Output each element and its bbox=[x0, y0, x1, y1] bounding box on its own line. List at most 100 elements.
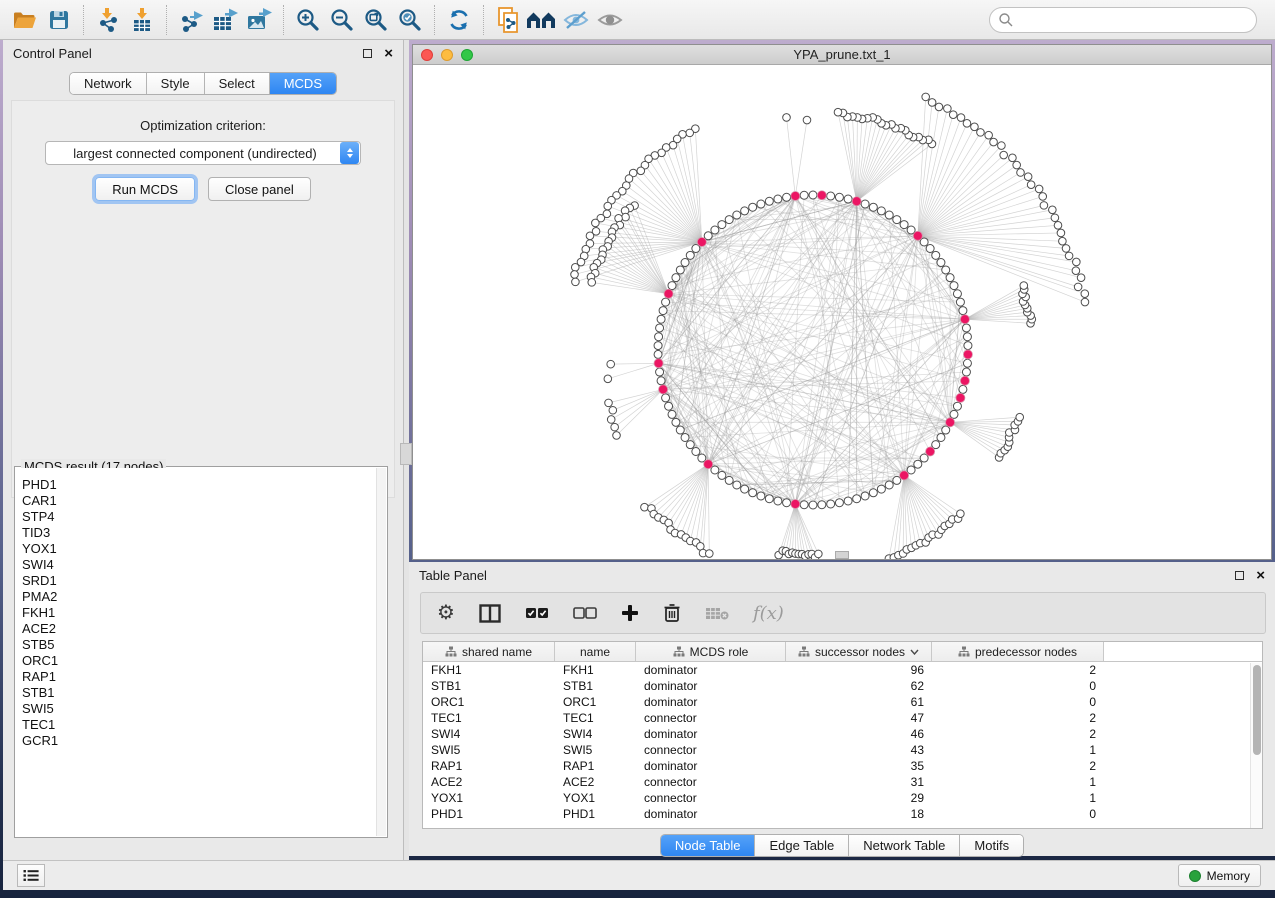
show-all-icon[interactable] bbox=[593, 4, 627, 36]
table-row[interactable]: STB1STB1dominator620 bbox=[423, 678, 1262, 694]
mcds-result-item[interactable]: TEC1 bbox=[22, 717, 376, 733]
search-input[interactable] bbox=[1014, 10, 1256, 30]
tab-select[interactable]: Select bbox=[204, 73, 269, 94]
toolbar-separator bbox=[434, 5, 435, 35]
mcds-result-item[interactable]: SRD1 bbox=[22, 573, 376, 589]
table-settings-gear-icon[interactable]: ⚙ bbox=[437, 600, 455, 626]
mcds-result-item[interactable]: STB5 bbox=[22, 637, 376, 653]
table-tab-motifs[interactable]: Motifs bbox=[959, 835, 1023, 856]
table-cell-successor-nodes: 96 bbox=[786, 662, 932, 678]
run-mcds-button[interactable]: Run MCDS bbox=[95, 177, 195, 201]
mcds-list-scrollbar[interactable] bbox=[376, 468, 386, 836]
mcds-result-item[interactable]: SWI4 bbox=[22, 557, 376, 573]
control-panel: Control Panel × NetworkStyleSelectMCDS O… bbox=[3, 40, 404, 860]
task-history-button[interactable] bbox=[17, 864, 45, 887]
table-cell-name: FKH1 bbox=[555, 662, 636, 678]
mcds-result-item[interactable]: PHD1 bbox=[22, 477, 376, 493]
import-network-icon[interactable] bbox=[91, 4, 125, 36]
column-header-mcds-role[interactable]: MCDS role bbox=[636, 642, 786, 661]
hide-selected-icon[interactable] bbox=[559, 4, 593, 36]
table-row[interactable]: PHD1PHD1dominator180 bbox=[423, 806, 1262, 822]
close-panel-icon[interactable]: × bbox=[384, 49, 393, 58]
mcds-result-item[interactable]: RAP1 bbox=[22, 669, 376, 685]
create-column-icon[interactable] bbox=[621, 600, 639, 626]
column-header-label: shared name bbox=[462, 645, 532, 659]
open-file-icon[interactable] bbox=[8, 4, 42, 36]
refresh-layout-icon[interactable] bbox=[442, 4, 476, 36]
delete-column-icon[interactable] bbox=[663, 600, 681, 626]
horizontal-splitter-handle[interactable] bbox=[835, 551, 849, 559]
memory-button[interactable]: Memory bbox=[1178, 864, 1261, 887]
tab-mcds[interactable]: MCDS bbox=[269, 73, 336, 94]
mcds-result-item[interactable]: ACE2 bbox=[22, 621, 376, 637]
mcds-result-item[interactable]: TID3 bbox=[22, 525, 376, 541]
network-nodes[interactable] bbox=[571, 93, 1089, 559]
table-row[interactable]: YOX1YOX1connector291 bbox=[423, 790, 1262, 806]
deselect-all-rows-icon[interactable] bbox=[573, 600, 597, 626]
mcds-result-item[interactable]: GCR1 bbox=[22, 733, 376, 749]
search-box bbox=[989, 7, 1257, 33]
criterion-select[interactable]: largest connected component (undirected) bbox=[45, 141, 361, 165]
main-toolbar bbox=[0, 0, 1275, 40]
mcds-result-list[interactable]: PHD1CAR1STP4TID3YOX1SWI4SRD1PMA2FKH1ACE2… bbox=[16, 468, 376, 836]
mcds-result-item[interactable]: CAR1 bbox=[22, 493, 376, 509]
mcds-result-item[interactable]: STP4 bbox=[22, 509, 376, 525]
zoom-out-icon[interactable] bbox=[325, 4, 359, 36]
table-cell-predecessor-nodes: 0 bbox=[932, 806, 1104, 822]
save-session-icon[interactable] bbox=[42, 4, 76, 36]
minimize-window-icon[interactable] bbox=[441, 49, 453, 61]
column-header-shared-name[interactable]: shared name bbox=[423, 642, 555, 661]
table-tab-edge-table[interactable]: Edge Table bbox=[754, 835, 848, 856]
table-tab-node-table[interactable]: Node Table bbox=[661, 835, 755, 856]
table-cell-shared-name: PHD1 bbox=[423, 806, 555, 822]
mcds-result-item[interactable]: STB1 bbox=[22, 685, 376, 701]
maximize-window-icon[interactable] bbox=[461, 49, 473, 61]
table-cell-name: PHD1 bbox=[555, 806, 636, 822]
tab-style[interactable]: Style bbox=[146, 73, 204, 94]
mcds-result-item[interactable]: SWI5 bbox=[22, 701, 376, 717]
first-neighbors-icon[interactable] bbox=[525, 4, 559, 36]
splitter-handle[interactable] bbox=[400, 443, 412, 465]
table-row[interactable]: FKH1FKH1dominator962 bbox=[423, 662, 1262, 678]
zoom-fit-icon[interactable] bbox=[359, 4, 393, 36]
table-cell-name: TEC1 bbox=[555, 710, 636, 726]
close-window-icon[interactable] bbox=[421, 49, 433, 61]
table-row[interactable]: SWI5SWI5connector431 bbox=[423, 742, 1262, 758]
clone-network-icon[interactable] bbox=[491, 4, 525, 36]
table-row[interactable]: SWI4SWI4dominator462 bbox=[423, 726, 1262, 742]
table-scrollbar[interactable] bbox=[1250, 663, 1262, 828]
column-type-icon bbox=[798, 646, 810, 657]
mcds-result-item[interactable]: PMA2 bbox=[22, 589, 376, 605]
mcds-result-item[interactable]: ORC1 bbox=[22, 653, 376, 669]
close-panel-button[interactable]: Close panel bbox=[208, 177, 311, 201]
export-image-icon[interactable] bbox=[242, 4, 276, 36]
table-scrollbar-thumb[interactable] bbox=[1253, 665, 1261, 755]
column-header-label: MCDS role bbox=[690, 645, 749, 659]
float-panel-icon[interactable] bbox=[1235, 571, 1244, 580]
mcds-result-item[interactable]: YOX1 bbox=[22, 541, 376, 557]
column-header-name[interactable]: name bbox=[555, 642, 636, 661]
network-canvas[interactable] bbox=[413, 65, 1271, 559]
table-tab-network-table[interactable]: Network Table bbox=[848, 835, 959, 856]
column-header-predecessor-nodes[interactable]: predecessor nodes bbox=[932, 642, 1104, 661]
export-network-icon[interactable] bbox=[174, 4, 208, 36]
column-header-successor-nodes[interactable]: successor nodes bbox=[786, 642, 932, 661]
select-all-rows-icon[interactable] bbox=[525, 600, 549, 626]
table-cell-name: SWI4 bbox=[555, 726, 636, 742]
zoom-selected-icon[interactable] bbox=[393, 4, 427, 36]
tab-network[interactable]: Network bbox=[70, 73, 146, 94]
import-table-icon[interactable] bbox=[125, 4, 159, 36]
table-body: FKH1FKH1dominator962STB1STB1dominator620… bbox=[423, 662, 1262, 822]
export-table-icon[interactable] bbox=[208, 4, 242, 36]
show-columns-icon[interactable] bbox=[479, 600, 501, 626]
zoom-in-icon[interactable] bbox=[291, 4, 325, 36]
node-table: shared name name MCDS role successor nodesp… bbox=[422, 641, 1263, 829]
table-row[interactable]: RAP1RAP1dominator352 bbox=[423, 758, 1262, 774]
float-panel-icon[interactable] bbox=[363, 49, 372, 58]
mcds-result-item[interactable]: FKH1 bbox=[22, 605, 376, 621]
table-row[interactable]: ORC1ORC1dominator610 bbox=[423, 694, 1262, 710]
close-panel-icon[interactable]: × bbox=[1256, 571, 1265, 580]
table-row[interactable]: ACE2ACE2connector311 bbox=[423, 774, 1262, 790]
table-row[interactable]: TEC1TEC1connector472 bbox=[423, 710, 1262, 726]
table-cell-predecessor-nodes: 1 bbox=[932, 742, 1104, 758]
